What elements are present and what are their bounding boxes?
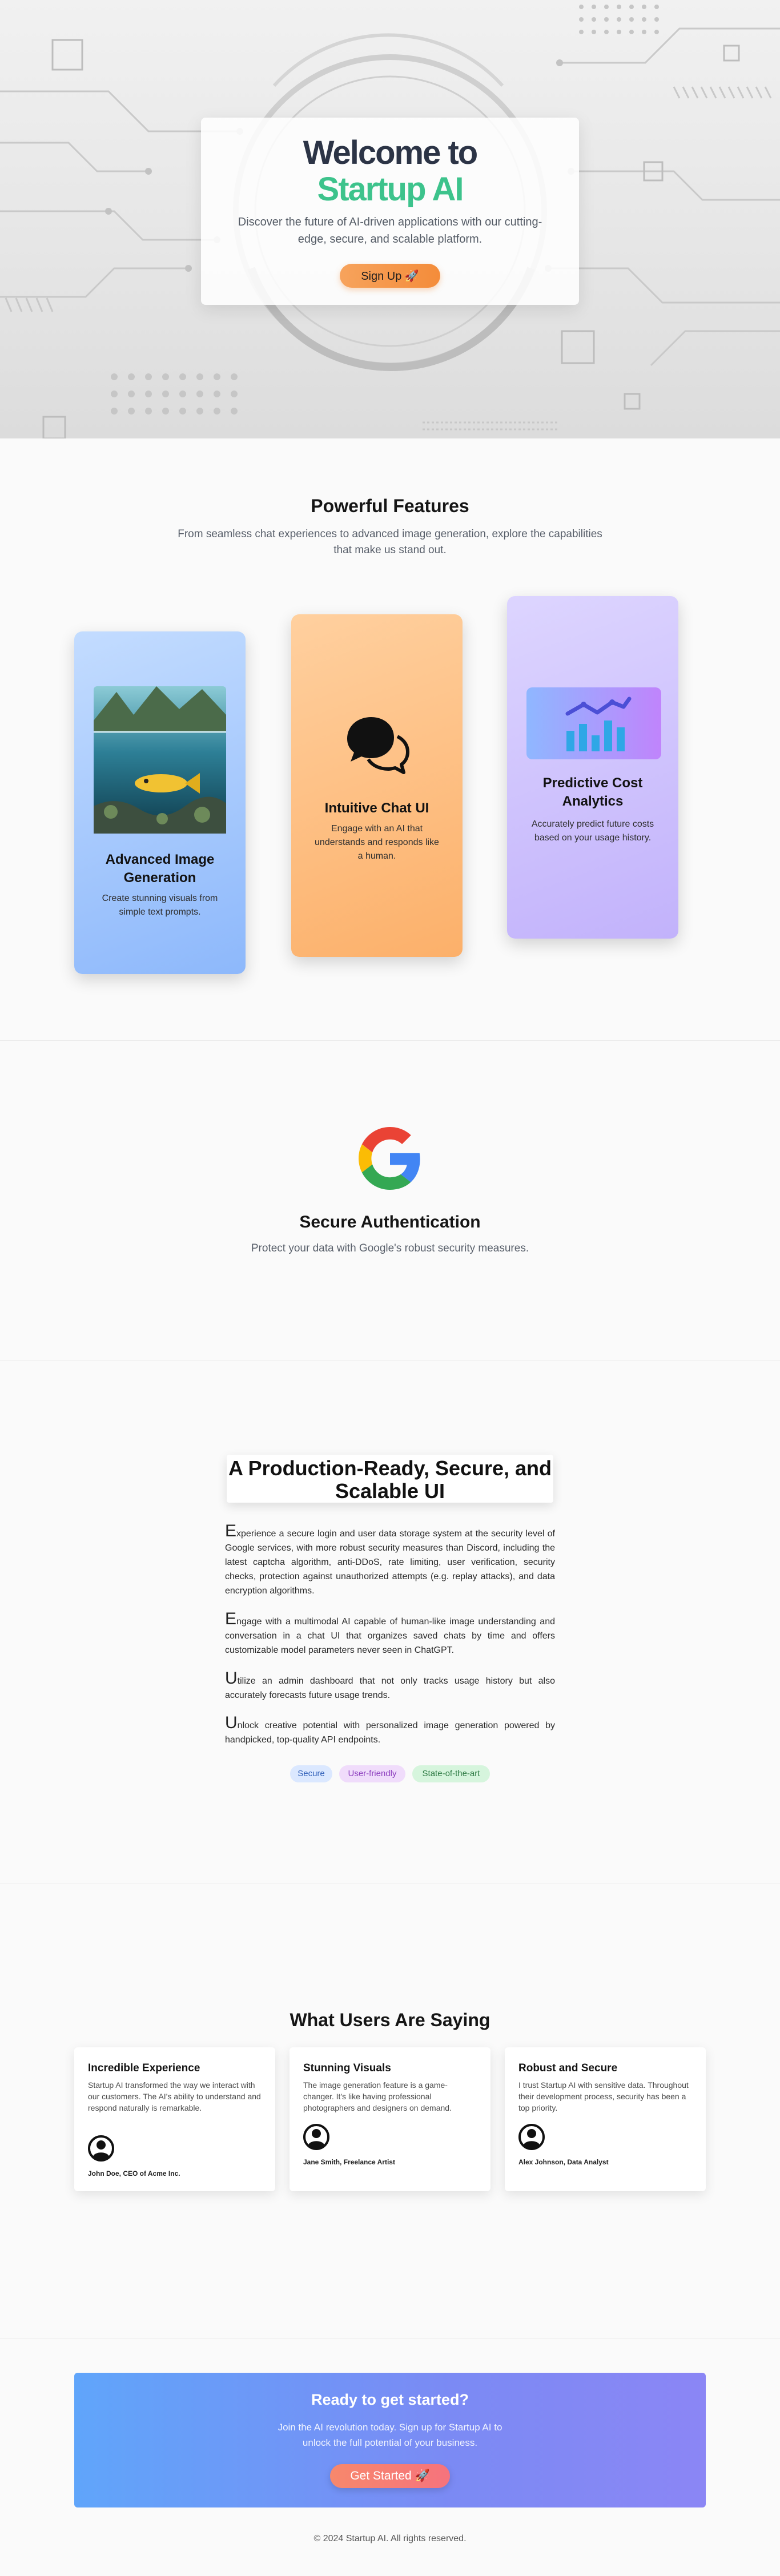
drop-cap: U bbox=[225, 1713, 238, 1732]
testimonial-title: Incredible Experience bbox=[88, 2062, 200, 2074]
testimonial-author: Alex Johnson, Data Analyst bbox=[518, 2158, 609, 2166]
testimonial-text: Startup AI transformed the way we intera… bbox=[88, 2080, 261, 2112]
hero-title: Welcome to bbox=[303, 134, 478, 171]
footer-copyright: © 2024 Startup AI. All rights reserved. bbox=[313, 2534, 467, 2543]
section-divider bbox=[0, 2338, 780, 2339]
feature-desc: Accurately predict future costs based on… bbox=[531, 819, 654, 843]
testimonial-card: Robust and Secure I trust Startup AI wit… bbox=[505, 2047, 706, 2191]
testimonials-title: What Users Are Saying bbox=[290, 2010, 490, 2030]
feature-paragraph: Utilize an admin dashboard that not only… bbox=[225, 1670, 555, 1702]
hero-card: Welcome to Startup AI Discover the futur… bbox=[201, 118, 579, 305]
cta-subtitle: Join the AI revolution today. Sign up fo… bbox=[278, 2422, 502, 2448]
production-title-box: A Production-Ready, Secure, and Scalable… bbox=[227, 1455, 553, 1503]
paragraph-text: nlock creative potential with personaliz… bbox=[225, 1721, 555, 1745]
auth-title: Secure Authentication bbox=[299, 1213, 481, 1231]
user-avatar-icon bbox=[88, 2135, 114, 2162]
hero-subtitle: Discover the future of AI-driven applica… bbox=[238, 216, 542, 245]
tag-secure: Secure bbox=[290, 1765, 332, 1782]
analytics-chart-icon bbox=[526, 687, 661, 759]
feature-card-chat-ui[interactable]: Intuitive Chat UI Engage with an AI that… bbox=[291, 614, 463, 957]
testimonial-text: I trust Startup AI with sensitive data. … bbox=[518, 2080, 689, 2112]
drop-cap: E bbox=[225, 1522, 237, 1540]
feature-paragraph: Experience a secure login and user data … bbox=[225, 1523, 555, 1598]
testimonial-title: Robust and Secure bbox=[518, 2062, 618, 2074]
tag-user-friendly: User-friendly bbox=[339, 1765, 405, 1782]
feature-card-image-generation[interactable]: Advanced Image Generation Create stunnin… bbox=[74, 631, 246, 974]
feature-paragraph: Unlock creative potential with personali… bbox=[225, 1714, 555, 1747]
image-icon bbox=[94, 686, 226, 834]
paragraph-text: tilize an admin dashboard that not only … bbox=[225, 1676, 555, 1700]
feature-title: Intuitive Chat UI bbox=[324, 800, 429, 816]
feature-desc: Engage with an AI that understands and r… bbox=[315, 824, 439, 861]
hero-section: Welcome to Startup AI Discover the futur… bbox=[0, 0, 780, 438]
paragraph-text: ngage with a multimodal AI capable of hu… bbox=[225, 1617, 555, 1655]
section-divider bbox=[0, 1360, 780, 1361]
tag-state-of-the-art: State-of-the-art bbox=[412, 1765, 490, 1782]
testimonial-text: The image generation feature is a game-c… bbox=[303, 2080, 452, 2112]
feature-title: Advanced Image Generation bbox=[105, 852, 215, 886]
hero-title-brand: Startup AI bbox=[317, 171, 464, 208]
features-subtitle: From seamless chat experiences to advanc… bbox=[178, 528, 602, 556]
user-avatar-icon bbox=[303, 2124, 329, 2150]
cta-banner: Ready to get started? Join the AI revolu… bbox=[74, 2373, 706, 2507]
testimonial-author: Jane Smith, Freelance Artist bbox=[303, 2158, 395, 2166]
testimonial-title: Stunning Visuals bbox=[303, 2062, 391, 2074]
production-title: A Production-Ready, Secure, and Scalable… bbox=[228, 1456, 552, 1503]
sign-up-button[interactable]: Sign Up 🚀 bbox=[340, 264, 440, 288]
feature-card-cost-analytics[interactable]: Predictive Cost Analytics Accurately pre… bbox=[507, 596, 678, 939]
feature-desc: Create stunning visuals from simple text… bbox=[102, 893, 218, 917]
testimonial-card: Stunning Visuals The image generation fe… bbox=[290, 2047, 490, 2191]
testimonial-author: John Doe, CEO of Acme Inc. bbox=[88, 2170, 180, 2177]
drop-cap: U bbox=[225, 1669, 238, 1688]
get-started-button[interactable]: Get Started 🚀 bbox=[330, 2464, 450, 2488]
user-avatar-icon bbox=[518, 2124, 545, 2150]
testimonial-card: Incredible Experience Startup AI transfo… bbox=[74, 2047, 275, 2191]
feature-title: Predictive Cost Analytics bbox=[542, 775, 643, 809]
features-title: Powerful Features bbox=[311, 496, 469, 516]
drop-cap: E bbox=[225, 1609, 237, 1628]
cta-title: Ready to get started? bbox=[311, 2391, 469, 2408]
google-g-icon[interactable] bbox=[359, 1127, 421, 1190]
paragraph-text: xperience a secure login and user data s… bbox=[225, 1529, 555, 1596]
chat-bubbles-icon bbox=[347, 717, 409, 774]
auth-subtitle: Protect your data with Google's robust s… bbox=[251, 1242, 529, 1254]
section-divider bbox=[0, 1040, 780, 1041]
feature-paragraph: Engage with a multimodal AI capable of h… bbox=[225, 1611, 555, 1657]
